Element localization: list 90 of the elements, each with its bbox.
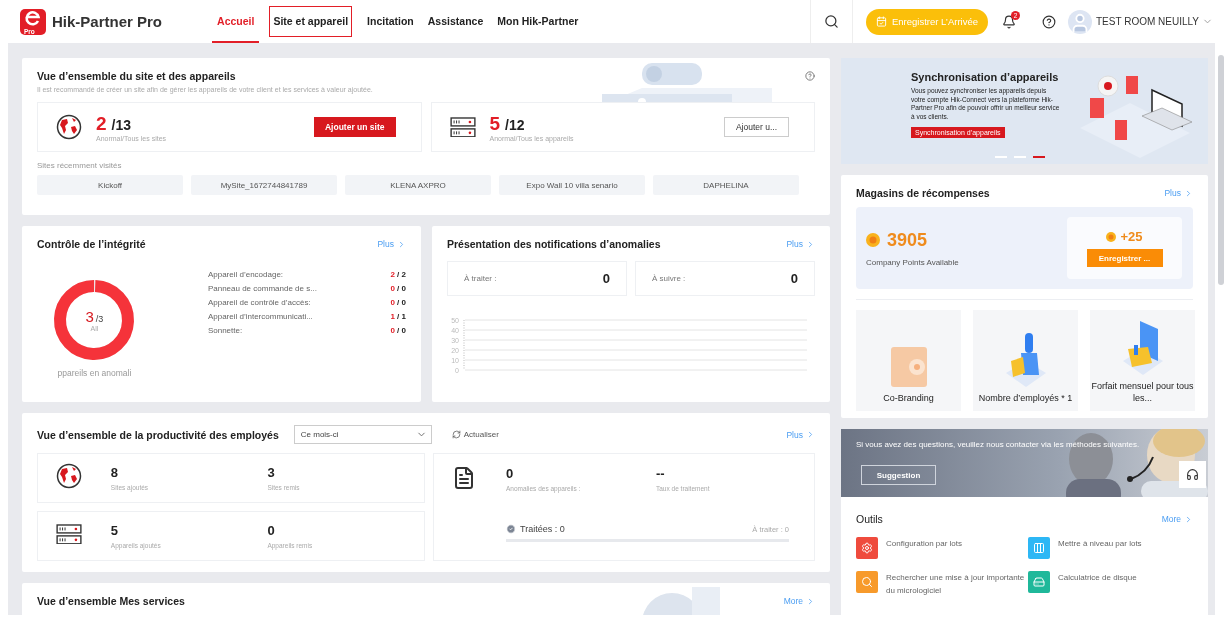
chevron-right-icon <box>806 239 815 249</box>
recent-site-chip[interactable]: Kickoff <box>37 175 183 195</box>
nav-tab[interactable]: Site et appareil <box>263 0 359 43</box>
stat-value: 8 <box>110 465 120 480</box>
tool-link[interactable]: Mettre à niveau par lots <box>1028 537 1188 559</box>
chevron-right-icon <box>1184 188 1193 198</box>
anomaly-count: 3 <box>85 308 94 325</box>
device-count: 0 / 0 <box>390 298 406 307</box>
counter-label: À traiter : <box>464 274 497 283</box>
donut-caption: ppareils en anomali <box>57 368 132 378</box>
total-count: /13 <box>111 116 132 133</box>
card-title: Présentation des notifications d’anomalies <box>447 238 661 250</box>
reward-tile[interactable]: Forfait mensuel pour tous les... <box>1090 310 1195 411</box>
search-icon[interactable] <box>823 14 839 29</box>
globe-icon <box>56 463 82 489</box>
stat-value: 5 <box>110 523 120 538</box>
chevron-right-icon <box>1184 514 1193 524</box>
device-type-label: Appareil de contrôle d’accès: <box>207 298 311 307</box>
total-count: /12 <box>505 116 525 133</box>
stat-value: 3 <box>267 465 276 480</box>
coin-icon <box>866 233 880 247</box>
device-type-label: Sonnette: <box>207 326 243 335</box>
section-label: Sites récemment visités <box>37 161 123 170</box>
card-title: Outils <box>856 513 883 525</box>
logo-icon <box>20 8 46 35</box>
device-type-label: Appareil d’intercommunicati... <box>207 312 313 321</box>
help-icon[interactable] <box>1042 14 1056 29</box>
tool-link[interactable]: Calculatrice de disque <box>1028 571 1188 597</box>
stat-value: 0 <box>267 523 276 538</box>
card-title: Vue d’ensemble du site et des appareils <box>37 70 236 82</box>
check-icon <box>506 524 516 534</box>
server-icon <box>449 116 476 138</box>
scrollbar-thumb[interactable] <box>1218 55 1224 285</box>
globe-icon <box>56 114 82 140</box>
anomaly-count: 5 <box>489 112 501 134</box>
server-icon <box>56 523 82 545</box>
coin-icon <box>1106 231 1117 242</box>
recent-site-chip[interactable]: KLENA AXPRO <box>345 175 491 195</box>
user-name[interactable]: TEST ROOM NEUILLY <box>1096 16 1199 27</box>
counter-value: 0 <box>602 271 610 286</box>
card-title: Vue d’ensemble de la productivité des employés <box>37 428 279 441</box>
card-title: Vue d’ensemble Mes services <box>37 595 185 607</box>
counter-value: 0 <box>790 271 798 286</box>
total-count: /3 <box>95 314 104 324</box>
device-count: 0 / 0 <box>390 326 406 335</box>
bonus-value: +25 <box>1120 229 1143 244</box>
app-name: Hik-Partner Pro <box>52 13 163 30</box>
recent-site-chip[interactable]: MySite_1672744841789 <box>191 175 337 195</box>
stat-value: -- <box>656 466 666 481</box>
add-button[interactable]: Ajouter u... <box>723 117 789 137</box>
nav-tab[interactable]: Assistance <box>422 0 489 43</box>
add-button[interactable]: Ajouter un site <box>314 117 396 137</box>
suggestion-button[interactable]: Suggestion <box>861 465 936 485</box>
promo-banner[interactable] <box>841 58 1208 164</box>
tool-link[interactable]: Rechercher une mise à jour importante du micrologiciel <box>856 571 1028 597</box>
device-type-label: Panneau de commande de s... <box>207 284 317 293</box>
reward-tile[interactable]: Nombre d’employés * 1 <box>973 310 1078 411</box>
chevron-right-icon <box>806 596 815 606</box>
recent-site-chip[interactable]: Expo Wall 10 villa senario <box>499 175 645 195</box>
card-title: Contrôle de l’intégrité <box>37 238 146 250</box>
recent-site-chip[interactable]: DAPHELINA <box>653 175 799 195</box>
reward-tile[interactable]: Co-Branding <box>856 310 961 411</box>
tool-link[interactable]: Configuration par lots <box>856 537 1028 559</box>
points-label: Company Points Available <box>866 257 959 267</box>
card-title: Magasins de récompenses <box>856 187 990 199</box>
anomaly-count: 2 <box>96 112 107 134</box>
nav-tab[interactable]: Incitation <box>362 0 419 43</box>
device-count: 2 / 2 <box>390 270 406 279</box>
card-drawing <box>888 345 929 389</box>
avatar-icon[interactable] <box>1068 9 1092 34</box>
headset-button[interactable] <box>1179 461 1206 488</box>
chevron-right-icon <box>806 430 815 439</box>
device-type-label: Appareil d’encodage: <box>207 270 284 279</box>
stat-value: 0 <box>506 466 515 481</box>
contact-text: Si vous avez des questions, veuillez nous contacter via les méthodes suivantes. <box>856 440 1140 449</box>
document-icon <box>452 466 476 490</box>
calendar-icon <box>875 16 887 27</box>
nav-tab[interactable]: Mon Hik-Partner <box>492 0 584 43</box>
device-count: 1 / 1 <box>390 312 406 321</box>
period-select[interactable]: Ce mois-ci <box>293 425 432 444</box>
points-value: 3905 <box>887 229 928 251</box>
counter-label: À suivre : <box>652 274 686 283</box>
refresh-icon <box>451 430 461 439</box>
banner-title: Synchronisation d’appareils <box>911 71 1060 83</box>
bell-icon[interactable] <box>1002 14 1016 29</box>
processed-label: Traitées : 0 <box>506 524 565 534</box>
chevron-right-icon <box>397 239 406 249</box>
headset-icon <box>1186 468 1199 481</box>
refresh-link[interactable]: Actualiser <box>451 430 499 439</box>
device-count: 0 / 0 <box>390 284 406 293</box>
